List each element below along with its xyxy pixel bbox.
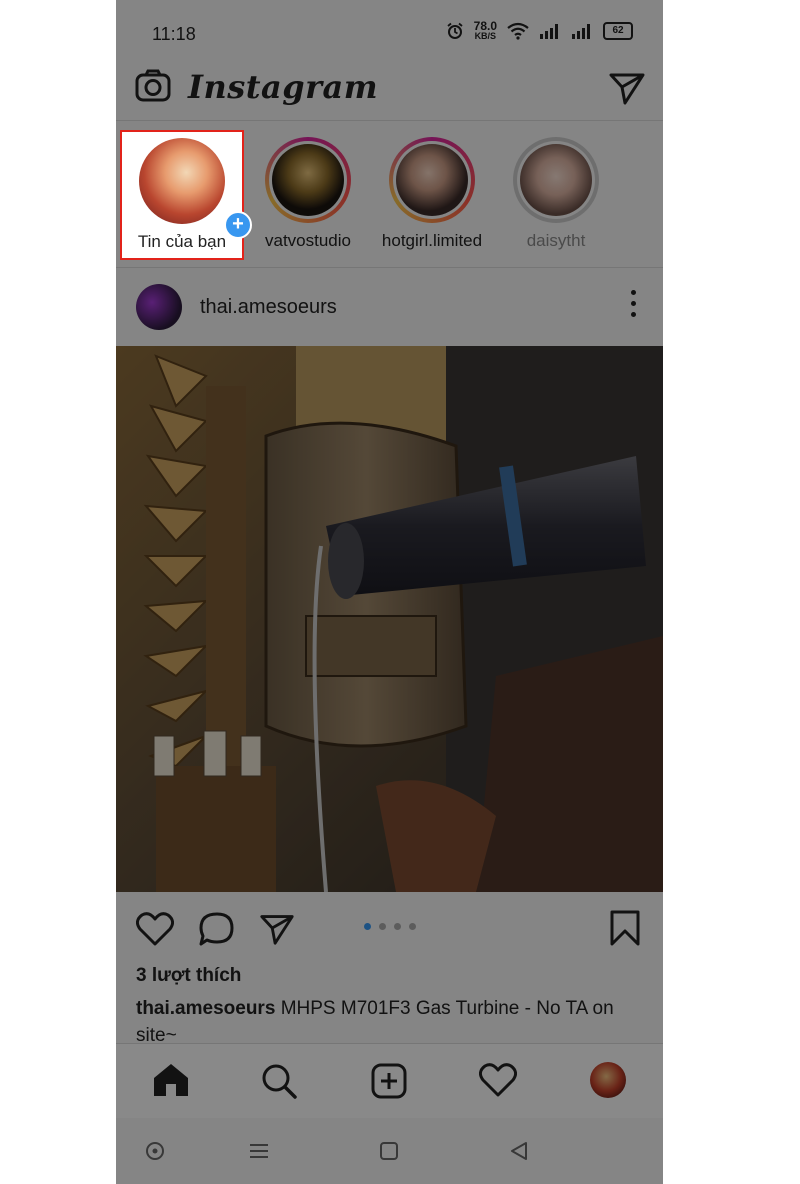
back-triangle-icon[interactable] — [508, 1140, 530, 1162]
story-label: vatvostudio — [265, 231, 351, 250]
story-ring — [265, 137, 351, 223]
phone-screen: 11:18 78.0 KB/S 62 Instagram vatvostudio… — [116, 0, 663, 1184]
story-label: Tin của bạn — [137, 232, 227, 251]
status-bar: 11:18 78.0 KB/S 62 — [116, 0, 663, 60]
camera-icon[interactable] — [134, 67, 172, 105]
wifi-icon — [507, 22, 529, 40]
post-actions — [116, 893, 663, 963]
more-vertical-icon[interactable] — [631, 290, 637, 323]
carousel-dot — [364, 923, 371, 930]
add-post-icon[interactable] — [370, 1062, 408, 1100]
story-item[interactable]: vatvostudio — [248, 131, 368, 251]
story-label: hotgirl.limited — [381, 231, 483, 250]
status-time: 11:18 — [152, 24, 196, 44]
signal-icon-2 — [572, 23, 590, 39]
system-home-circle-icon[interactable] — [144, 1140, 166, 1162]
home-icon[interactable] — [152, 1062, 190, 1098]
carousel-dots — [364, 923, 416, 930]
your-story-avatar — [139, 138, 225, 224]
carousel-dot — [394, 923, 401, 930]
battery-level: 62 — [612, 24, 624, 36]
story-avatar — [396, 144, 468, 216]
profile-avatar[interactable] — [590, 1062, 626, 1098]
comment-icon[interactable] — [198, 911, 236, 947]
alarm-icon — [447, 22, 463, 39]
signal-icon — [540, 23, 558, 39]
post-username[interactable]: thai.amesoeurs — [200, 296, 337, 319]
instagram-logo: Instagram — [188, 68, 379, 106]
bottom-nav — [116, 1043, 663, 1119]
your-story[interactable]: + Tin của bạn — [122, 132, 252, 252]
search-icon[interactable] — [260, 1062, 298, 1100]
carousel-dot — [379, 923, 386, 930]
story-item[interactable]: daisytht — [496, 131, 616, 251]
caption-username[interactable]: thai.amesoeurs — [136, 998, 275, 1019]
story-ring — [513, 137, 599, 223]
activity-heart-icon[interactable] — [479, 1062, 517, 1098]
app-bar: Instagram — [116, 60, 663, 121]
story-label: daisytht — [526, 231, 586, 250]
post-image[interactable] — [116, 346, 663, 892]
bookmark-icon[interactable] — [609, 909, 641, 947]
overview-square-icon[interactable] — [378, 1140, 400, 1162]
turbine-photo — [116, 346, 663, 892]
recents-menu-icon[interactable] — [248, 1140, 270, 1162]
likes-count[interactable]: 3 lượt thích — [136, 965, 241, 987]
paper-plane-icon[interactable] — [258, 909, 296, 947]
story-avatar — [272, 144, 344, 216]
net-speed-unit: KB/S — [474, 31, 497, 41]
battery-icon: 62 — [603, 21, 633, 40]
story-ring — [389, 137, 475, 223]
paper-plane-icon[interactable] — [607, 67, 647, 107]
story-avatar — [520, 144, 592, 216]
system-nav — [116, 1118, 663, 1184]
post-header: thai.amesoeurs — [116, 268, 663, 346]
heart-icon[interactable] — [136, 911, 174, 947]
carousel-dot — [409, 923, 416, 930]
status-icons: 78.0 KB/S 62 — [446, 20, 633, 41]
your-story-highlight[interactable]: + Tin của bạn — [120, 130, 252, 260]
net-speed: 78.0 KB/S — [474, 20, 497, 41]
story-item[interactable]: hotgirl.limited — [372, 131, 492, 251]
post-avatar[interactable] — [136, 284, 182, 330]
post-caption: thai.amesoeurs MHPS M701F3 Gas Turbine -… — [136, 995, 641, 1049]
